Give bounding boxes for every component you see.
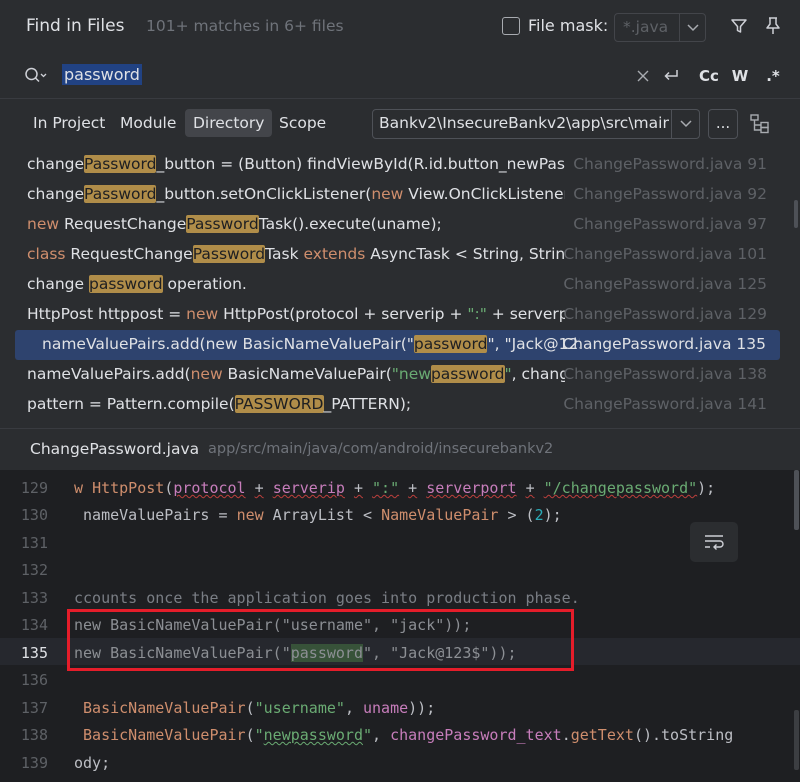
scope-row: In Project Module Directory Scope Bankv2… bbox=[0, 104, 800, 144]
dialog-title: Find in Files bbox=[26, 16, 125, 36]
words-button[interactable]: W bbox=[729, 65, 751, 87]
editor-scrollbar[interactable] bbox=[794, 470, 799, 530]
match-case-button[interactable]: Cc bbox=[696, 65, 722, 87]
line-number: 139 bbox=[20, 754, 48, 772]
result-code: HttpPost httppost = new HttpPost(protoco… bbox=[27, 305, 565, 323]
result-row[interactable]: changePassword_button.setOnClickListener… bbox=[0, 180, 800, 210]
code-line: nameValuePairs = new ArrayList < NameVal… bbox=[74, 506, 562, 524]
file-mask-value: *.java bbox=[623, 18, 669, 36]
result-file: ChangePassword.java 92 bbox=[573, 185, 767, 203]
soft-wrap-icon[interactable] bbox=[690, 522, 738, 562]
line-number: 130 bbox=[20, 506, 48, 524]
clear-icon[interactable] bbox=[634, 65, 652, 87]
result-row[interactable]: change password operation. ChangePasswor… bbox=[0, 270, 800, 300]
code-line: w HttpPost(protocol + serverip + ":" + s… bbox=[74, 479, 716, 497]
editor-scrollbar-lower[interactable] bbox=[794, 710, 799, 770]
result-file: ChangePassword.java 91 bbox=[573, 155, 767, 173]
result-row[interactable]: HttpPost httppost = new HttpPost(protoco… bbox=[0, 300, 800, 330]
file-mask-checkbox[interactable] bbox=[502, 17, 520, 35]
line-number: 132 bbox=[20, 561, 48, 579]
result-file: ChangePassword.java 125 bbox=[563, 275, 767, 293]
match-count: 101+ matches in 6+ files bbox=[146, 17, 344, 35]
red-annotation-box bbox=[67, 609, 574, 671]
result-row[interactable]: new RequestChangePasswordTask().execute(… bbox=[0, 210, 800, 240]
result-code: changePassword_button = (Button) findVie… bbox=[27, 155, 565, 173]
search-icon[interactable] bbox=[24, 66, 48, 90]
result-code: nameValuePairs.add(new BasicNameValuePai… bbox=[27, 365, 565, 383]
pin-icon[interactable] bbox=[762, 15, 784, 37]
directory-value: Bankv2\InsecureBankv2\app\src\main bbox=[379, 114, 669, 132]
chevron-down-icon[interactable] bbox=[671, 110, 699, 138]
line-number: 138 bbox=[20, 726, 48, 744]
preview-file-name: ChangePassword.java bbox=[30, 440, 200, 458]
search-input[interactable]: password bbox=[62, 64, 142, 85]
result-row[interactable]: class RequestChangePasswordTask extends … bbox=[0, 240, 800, 270]
result-code: class RequestChangePasswordTask extends … bbox=[27, 245, 565, 263]
result-file: ChangePassword.java 129 bbox=[563, 305, 767, 323]
line-number: 136 bbox=[20, 671, 48, 689]
file-mask-label: File mask: bbox=[528, 16, 609, 35]
result-file: ChangePassword.java 135 bbox=[562, 335, 766, 353]
browse-button[interactable]: ... bbox=[708, 109, 738, 139]
tree-view-icon[interactable] bbox=[748, 113, 772, 135]
preview-file-path: app/src/main/java/com/android/insecureba… bbox=[208, 441, 554, 457]
line-number-current: 135 bbox=[20, 644, 48, 662]
result-code: pattern = Pattern.compile(PASSWORD_PATTE… bbox=[27, 395, 412, 413]
result-row[interactable]: nameValuePairs.add(new BasicNameValuePai… bbox=[0, 360, 800, 390]
result-code: changePassword_button.setOnClickListener… bbox=[27, 185, 565, 203]
result-code: change password operation. bbox=[27, 275, 247, 293]
line-number: 134 bbox=[20, 616, 48, 634]
code-line: BasicNameValuePair("username", uname)); bbox=[83, 699, 436, 717]
filter-icon[interactable] bbox=[728, 15, 750, 37]
tab-scope[interactable]: Scope bbox=[271, 109, 334, 137]
chevron-down-icon[interactable] bbox=[679, 14, 706, 41]
divider bbox=[0, 428, 800, 429]
tab-in-project[interactable]: In Project bbox=[25, 109, 113, 137]
search-row: password Cc W .* bbox=[0, 56, 800, 96]
result-code: nameValuePairs.add(new BasicNameValuePai… bbox=[42, 335, 580, 353]
code-line: ody; bbox=[74, 754, 111, 772]
result-file: ChangePassword.java 101 bbox=[563, 245, 767, 263]
file-mask-select[interactable]: *.java bbox=[614, 13, 706, 42]
result-code: new RequestChangePasswordTask().execute(… bbox=[27, 215, 442, 233]
tab-module[interactable]: Module bbox=[112, 109, 184, 137]
result-file: ChangePassword.java 97 bbox=[573, 215, 767, 233]
regex-button[interactable]: .* bbox=[762, 65, 784, 87]
line-number: 131 bbox=[20, 534, 48, 552]
line-number: 133 bbox=[20, 589, 48, 607]
code-line: BasicNameValuePair("newpassword", change… bbox=[83, 726, 734, 744]
divider bbox=[0, 98, 800, 99]
dialog-header: Find in Files 101+ matches in 6+ files F… bbox=[0, 0, 800, 54]
result-row[interactable]: pattern = Pattern.compile(PASSWORD_PATTE… bbox=[0, 390, 800, 420]
result-row-selected[interactable]: nameValuePairs.add(new BasicNameValuePai… bbox=[15, 330, 780, 360]
result-file: ChangePassword.java 138 bbox=[563, 365, 767, 383]
code-preview[interactable]: 129 130 131 132 133 134 135 136 137 138 … bbox=[0, 470, 800, 782]
result-row[interactable]: changePassword_button = (Button) findVie… bbox=[0, 150, 800, 180]
newline-icon[interactable] bbox=[660, 65, 682, 87]
tab-directory[interactable]: Directory bbox=[185, 109, 273, 137]
results-scrollbar[interactable] bbox=[794, 200, 798, 228]
code-line: ccounts once the application goes into p… bbox=[74, 589, 580, 607]
line-number: 129 bbox=[20, 479, 48, 497]
line-number: 137 bbox=[20, 699, 48, 717]
directory-select[interactable]: Bankv2\InsecureBankv2\app\src\main bbox=[372, 109, 700, 139]
preview-header: ChangePassword.java app/src/main/java/co… bbox=[0, 432, 800, 466]
result-file: ChangePassword.java 141 bbox=[563, 395, 767, 413]
